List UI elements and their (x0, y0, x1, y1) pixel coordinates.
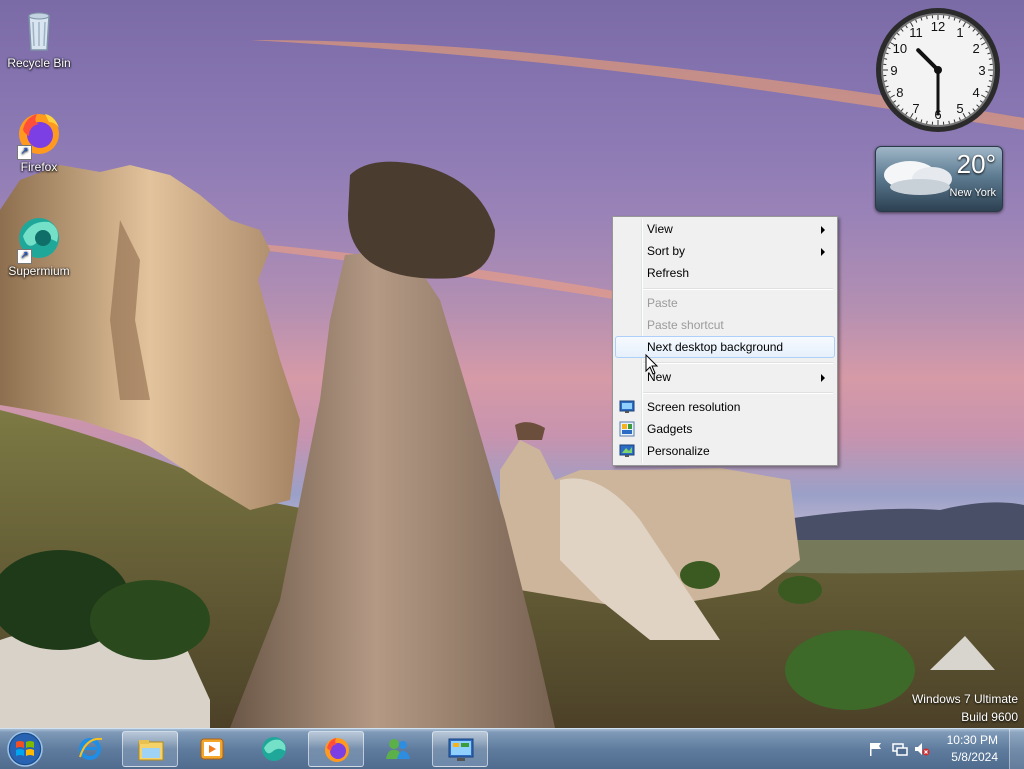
taskbar-messenger[interactable] (370, 731, 426, 767)
submenu-arrow-icon (821, 374, 825, 382)
supermium-icon (260, 735, 288, 763)
submenu-arrow-icon (821, 248, 825, 256)
menu-item-refresh[interactable]: Refresh (615, 262, 835, 284)
desktop-icon-label: Supermium (1, 264, 77, 278)
clock-numeral: 3 (978, 63, 985, 78)
clock-numeral: 5 (956, 101, 963, 116)
clock-numeral: 2 (972, 41, 979, 56)
menu-item-personalize[interactable]: Personalize (615, 440, 835, 462)
firefox-icon: ↗ (15, 110, 63, 158)
clock-tick (927, 121, 928, 124)
taskbar-control-panel[interactable] (432, 731, 488, 767)
shortcut-arrow-icon: ↗ (17, 145, 32, 160)
supermium-icon: ↗ (15, 214, 63, 262)
menu-item-view[interactable]: View (615, 218, 835, 240)
desktop-icon-firefox[interactable]: ↗ Firefox (1, 110, 77, 174)
clock-numeral: 12 (931, 19, 945, 34)
clock-numeral: 11 (909, 25, 923, 40)
taskbar-firefox[interactable] (308, 731, 364, 767)
weather-temperature: 20° (957, 149, 996, 180)
internet-explorer-icon (76, 735, 104, 763)
desktop-icon-recycle-bin[interactable]: Recycle Bin (1, 6, 77, 70)
menu-separator (643, 392, 833, 394)
system-tray: 10:30 PM 5/8/2024 (854, 729, 1024, 769)
media-player-icon (198, 735, 226, 763)
menu-item-paste-shortcut[interactable]: Paste shortcut (615, 314, 835, 336)
desktop-context-menu: View Sort by Refresh Paste Paste shortcu… (612, 216, 838, 466)
file-explorer-icon (137, 736, 165, 764)
windows-watermark: Windows 7 Ultimate Build 9600 (912, 690, 1018, 726)
desktop-icon-label: Recycle Bin (1, 56, 77, 70)
clock-tick (949, 121, 950, 124)
clock-numeral: 4 (972, 85, 979, 100)
clock-tick (884, 81, 887, 82)
taskbar: 10:30 PM 5/8/2024 (0, 728, 1024, 769)
mouse-cursor-icon (645, 354, 659, 376)
taskbar-media-player[interactable] (184, 731, 240, 767)
watermark-edition: Windows 7 Ultimate (912, 690, 1018, 708)
submenu-arrow-icon (821, 226, 825, 234)
taskbar-supermium[interactable] (246, 731, 302, 767)
taskbar-clock-time[interactable]: 10:30 PM (947, 733, 998, 747)
desktop-icon-label: Firefox (1, 160, 77, 174)
menu-item-sort-by[interactable]: Sort by (615, 240, 835, 262)
clock-tick (927, 16, 928, 19)
control-panel-icon (447, 736, 475, 764)
messenger-icon (384, 735, 412, 763)
clock-tick (949, 16, 950, 19)
clock-numeral: 7 (912, 101, 919, 116)
cloud-icon (880, 153, 960, 203)
clock-numeral: 9 (890, 63, 897, 78)
menu-item-screen-resolution[interactable]: Screen resolution (615, 396, 835, 418)
taskbar-file-explorer[interactable] (122, 731, 178, 767)
menu-item-paste[interactable]: Paste (615, 292, 835, 314)
clock-numeral: 10 (893, 41, 907, 56)
weather-gadget[interactable]: 20° New York (875, 146, 1003, 212)
menu-item-gadgets[interactable]: Gadgets (615, 418, 835, 440)
show-desktop-button[interactable] (1009, 729, 1024, 769)
desktop-wallpaper (0, 0, 1024, 728)
taskbar-clock-date[interactable]: 5/8/2024 (951, 750, 998, 764)
menu-separator (643, 288, 833, 290)
personalize-icon (619, 443, 635, 459)
weather-city: New York (950, 187, 996, 199)
recycle-bin-icon (15, 6, 63, 54)
clock-tick (884, 59, 887, 60)
screen-resolution-icon (619, 399, 635, 415)
shortcut-arrow-icon: ↗ (17, 249, 32, 264)
clock-gadget[interactable]: 121234567891011 (874, 6, 1002, 134)
desktop-icon-supermium[interactable]: ↗ Supermium (1, 214, 77, 278)
watermark-build: Build 9600 (912, 708, 1018, 726)
desktop[interactable]: Recycle Bin ↗ Firefox ↗ Supermium (0, 0, 1024, 728)
clock-tick (989, 59, 992, 60)
volume-muted-icon[interactable] (914, 741, 930, 757)
gadgets-icon (619, 421, 635, 437)
taskbar-internet-explorer[interactable] (62, 731, 118, 767)
network-icon[interactable] (892, 741, 908, 757)
clock-numeral: 1 (956, 25, 963, 40)
menu-separator (643, 362, 833, 364)
clock-numeral: 8 (896, 85, 903, 100)
firefox-icon (323, 736, 351, 764)
start-orb-icon[interactable] (2, 730, 48, 768)
clock-tick (989, 81, 992, 82)
action-center-flag-icon[interactable] (868, 741, 884, 757)
